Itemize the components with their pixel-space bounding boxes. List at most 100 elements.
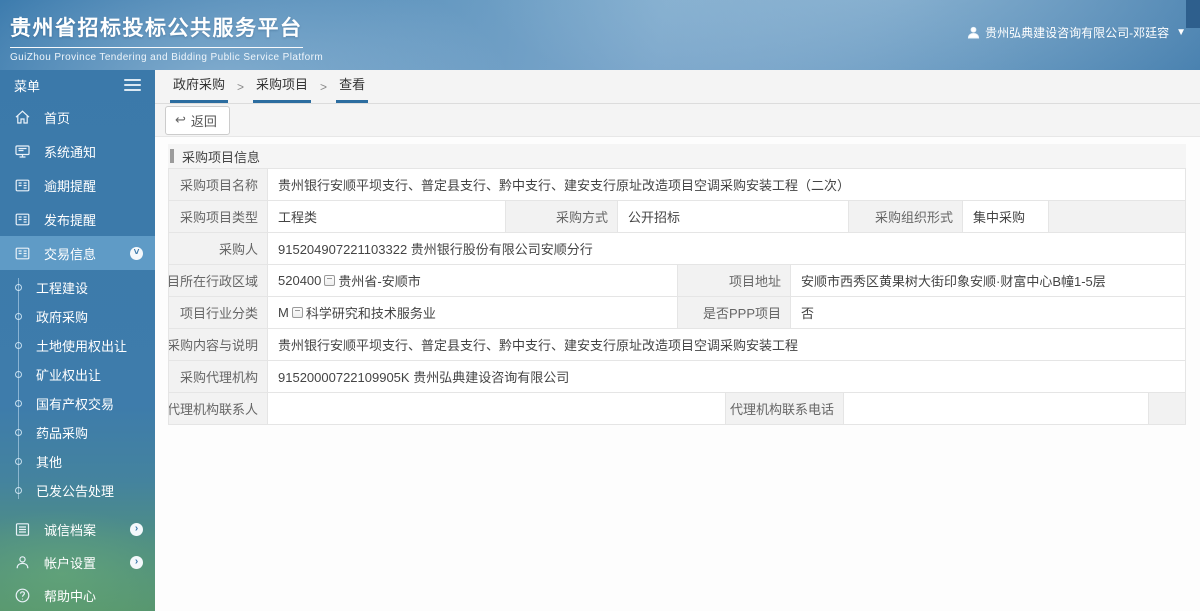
user-menu[interactable]: 贵州弘典建设咨询有限公司-邓廷容 ▼ (967, 24, 1186, 41)
sidebar-item-integrity-archive[interactable]: 诚信档案 › (0, 513, 155, 546)
sidebar-item-label: 逾期提醒 (44, 178, 97, 194)
field-label: 采购方式 (506, 201, 618, 233)
sidebar-item-home[interactable]: 首页 (0, 100, 155, 134)
submenu-item-mining-rights[interactable]: 矿业权出让 (0, 360, 155, 389)
submenu-item-drug-procurement[interactable]: 药品采购 (0, 418, 155, 447)
field-label: 是否PPP项目 (678, 297, 791, 329)
project-name-value: 贵州银行安顺平坝支行、普定县支行、黔中支行、建安支行原址改造项目空调采购安装工程… (268, 169, 1186, 201)
agency-value: 91520000722109905K 贵州弘典建设咨询有限公司 (268, 361, 1186, 393)
submenu-item-other[interactable]: 其他 (0, 447, 155, 476)
document-card-icon (15, 247, 30, 259)
field-label: 项目所在行政区域 (169, 265, 268, 297)
field-label: 代理机构联系电话 (726, 393, 844, 425)
table-row: 采购内容与说明 贵州银行安顺平坝支行、普定县支行、黔中支行、建安支行原址改造项目… (169, 329, 1186, 361)
table-row: 采购人 915204907221103322 贵州银行股份有限公司安顺分行 (169, 233, 1186, 265)
table-row: 采购项目名称 贵州银行安顺平坝支行、普定县支行、黔中支行、建安支行原址改造项目空… (169, 169, 1186, 201)
table-row: 项目所在行政区域 520400 贵州省-安顺市 项目地址 安顺市西秀区黄果树大街… (169, 265, 1186, 297)
breadcrumb-separator: > (320, 80, 328, 94)
submenu-item-engineering[interactable]: 工程建设 (0, 273, 155, 302)
breadcrumb-view[interactable]: 查看 (336, 74, 369, 103)
field-label: 采购项目名称 (169, 169, 268, 201)
scrollbar-thumb[interactable] (1186, 0, 1200, 28)
sidebar-item-label: 帮助中心 (44, 589, 97, 604)
table-filler-cell (1149, 393, 1186, 425)
platform-subtitle: GuiZhou Province Tendering and Bidding P… (10, 52, 324, 63)
table-row: 项目行业分类 M 科学研究和技术服务业 是否PPP项目 否 (169, 297, 1186, 329)
agency-phone-value (844, 393, 1149, 425)
menu-label: 菜单 (14, 78, 41, 94)
home-icon (15, 109, 30, 124)
project-type-value: 工程类 (268, 201, 506, 233)
project-info-panel: 采购项目信息 采购项目名称 贵州银行安顺平坝支行、普定县支行、黔中支行、建安支行… (155, 137, 1200, 425)
monitor-icon (15, 144, 30, 158)
breadcrumb-separator: > (237, 80, 245, 94)
section-header: 采购项目信息 (168, 144, 1186, 168)
table-row: 采购项目类型 工程类 采购方式 公开招标 采购组织形式 集中采购 (169, 201, 1186, 233)
sidebar-item-transaction-info[interactable]: 交易信息 ˅ (0, 236, 155, 270)
chevron-down-icon: ˅ (130, 246, 143, 260)
transaction-submenu: 工程建设 政府采购 土地使用权出让 矿业权出让 国有产权交易 药品采购 其他 已… (0, 270, 155, 509)
field-label: 代理机构联系人 (169, 393, 268, 425)
back-button[interactable]: ↩ 返回 (165, 105, 230, 135)
region-picker-icon[interactable] (324, 275, 336, 286)
agency-contact-value (268, 393, 726, 425)
sidebar-item-label: 诚信档案 (44, 523, 97, 538)
sidebar: 菜单 首页 系统通知 逾期提醒 发布提醒 交易信息 ˅ 工程建设 政府采购 土地… (0, 70, 155, 611)
sidebar-item-overdue-reminder[interactable]: 逾期提醒 (0, 168, 155, 202)
method-value: 公开招标 (618, 201, 849, 233)
field-label: 采购组织形式 (849, 201, 963, 233)
document-card-icon (15, 213, 30, 225)
chevron-right-icon: › (130, 523, 143, 536)
main-panel: 政府采购 > 采购项目 > 查看 ↩ 返回 采购项目信息 采购项目名称 贵州银行… (155, 70, 1200, 611)
table-filler-cell (1049, 201, 1186, 233)
field-label: 采购内容与说明 (169, 329, 268, 361)
field-label: 项目行业分类 (169, 297, 268, 329)
submenu-item-land-use[interactable]: 土地使用权出让 (0, 331, 155, 360)
org-form-value: 集中采购 (963, 201, 1049, 233)
toolbar: ↩ 返回 (155, 104, 1200, 137)
submenu-item-gov-procurement[interactable]: 政府采购 (0, 302, 155, 331)
table-row: 代理机构联系人 代理机构联系电话 (169, 393, 1186, 425)
project-info-table: 采购项目名称 贵州银行安顺平坝支行、普定县支行、黔中支行、建安支行原址改造项目空… (168, 168, 1186, 425)
section-title: 采购项目信息 (182, 149, 261, 165)
user-icon (968, 26, 980, 39)
question-icon (15, 588, 30, 603)
list-icon (15, 523, 30, 536)
field-label: 采购项目类型 (169, 201, 268, 233)
sidebar-item-label: 帐户设置 (44, 556, 97, 571)
region-value: 520400 贵州省-安顺市 (268, 265, 678, 297)
breadcrumb: 政府采购 > 采购项目 > 查看 (155, 70, 1200, 104)
table-row: 采购代理机构 91520000722109905K 贵州弘典建设咨询有限公司 (169, 361, 1186, 393)
person-icon (16, 556, 29, 569)
breadcrumb-procurement-project[interactable]: 采购项目 (253, 74, 312, 103)
field-label: 采购人 (169, 233, 268, 265)
app-header: 贵州省招标投标公共服务平台 GuiZhou Province Tendering… (0, 0, 1200, 70)
field-label: 采购代理机构 (169, 361, 268, 393)
purchaser-value: 915204907221103322 贵州银行股份有限公司安顺分行 (268, 233, 1186, 265)
chevron-right-icon: › (130, 556, 143, 569)
submenu-item-published-announcements[interactable]: 已发公告处理 (0, 476, 155, 505)
sidebar-item-system-notice[interactable]: 系统通知 (0, 134, 155, 168)
sidebar-item-account-settings[interactable]: 帐户设置 › (0, 546, 155, 579)
hamburger-icon[interactable] (124, 76, 141, 94)
back-arrow-icon: ↩ (175, 112, 186, 127)
document-card-icon (15, 179, 30, 191)
platform-title: 贵州省招标投标公共服务平台 (10, 12, 303, 48)
industry-value: M 科学研究和技术服务业 (268, 297, 678, 329)
sidebar-item-label: 交易信息 (44, 246, 97, 262)
sidebar-item-help-center[interactable]: 帮助中心 (0, 579, 155, 611)
content-value: 贵州银行安顺平坝支行、普定县支行、黔中支行、建安支行原址改造项目空调采购安装工程 (268, 329, 1186, 361)
user-name: 贵州弘典建设咨询有限公司-邓廷容 (985, 26, 1170, 40)
sidebar-item-publish-reminder[interactable]: 发布提醒 (0, 202, 155, 236)
submenu-item-state-property[interactable]: 国有产权交易 (0, 389, 155, 418)
sidebar-item-label: 发布提醒 (44, 212, 97, 228)
sidebar-item-label: 系统通知 (44, 144, 97, 160)
breadcrumb-gov-procurement[interactable]: 政府采购 (170, 74, 229, 103)
chevron-down-icon: ▼ (1176, 27, 1186, 38)
address-value: 安顺市西秀区黄果树大街印象安顺·财富中心B幢1-5层 (791, 265, 1186, 297)
sidebar-item-label: 首页 (44, 110, 71, 126)
industry-picker-icon[interactable] (291, 307, 303, 318)
ppp-value: 否 (791, 297, 1186, 329)
section-marker (170, 149, 174, 163)
field-label: 项目地址 (678, 265, 791, 297)
